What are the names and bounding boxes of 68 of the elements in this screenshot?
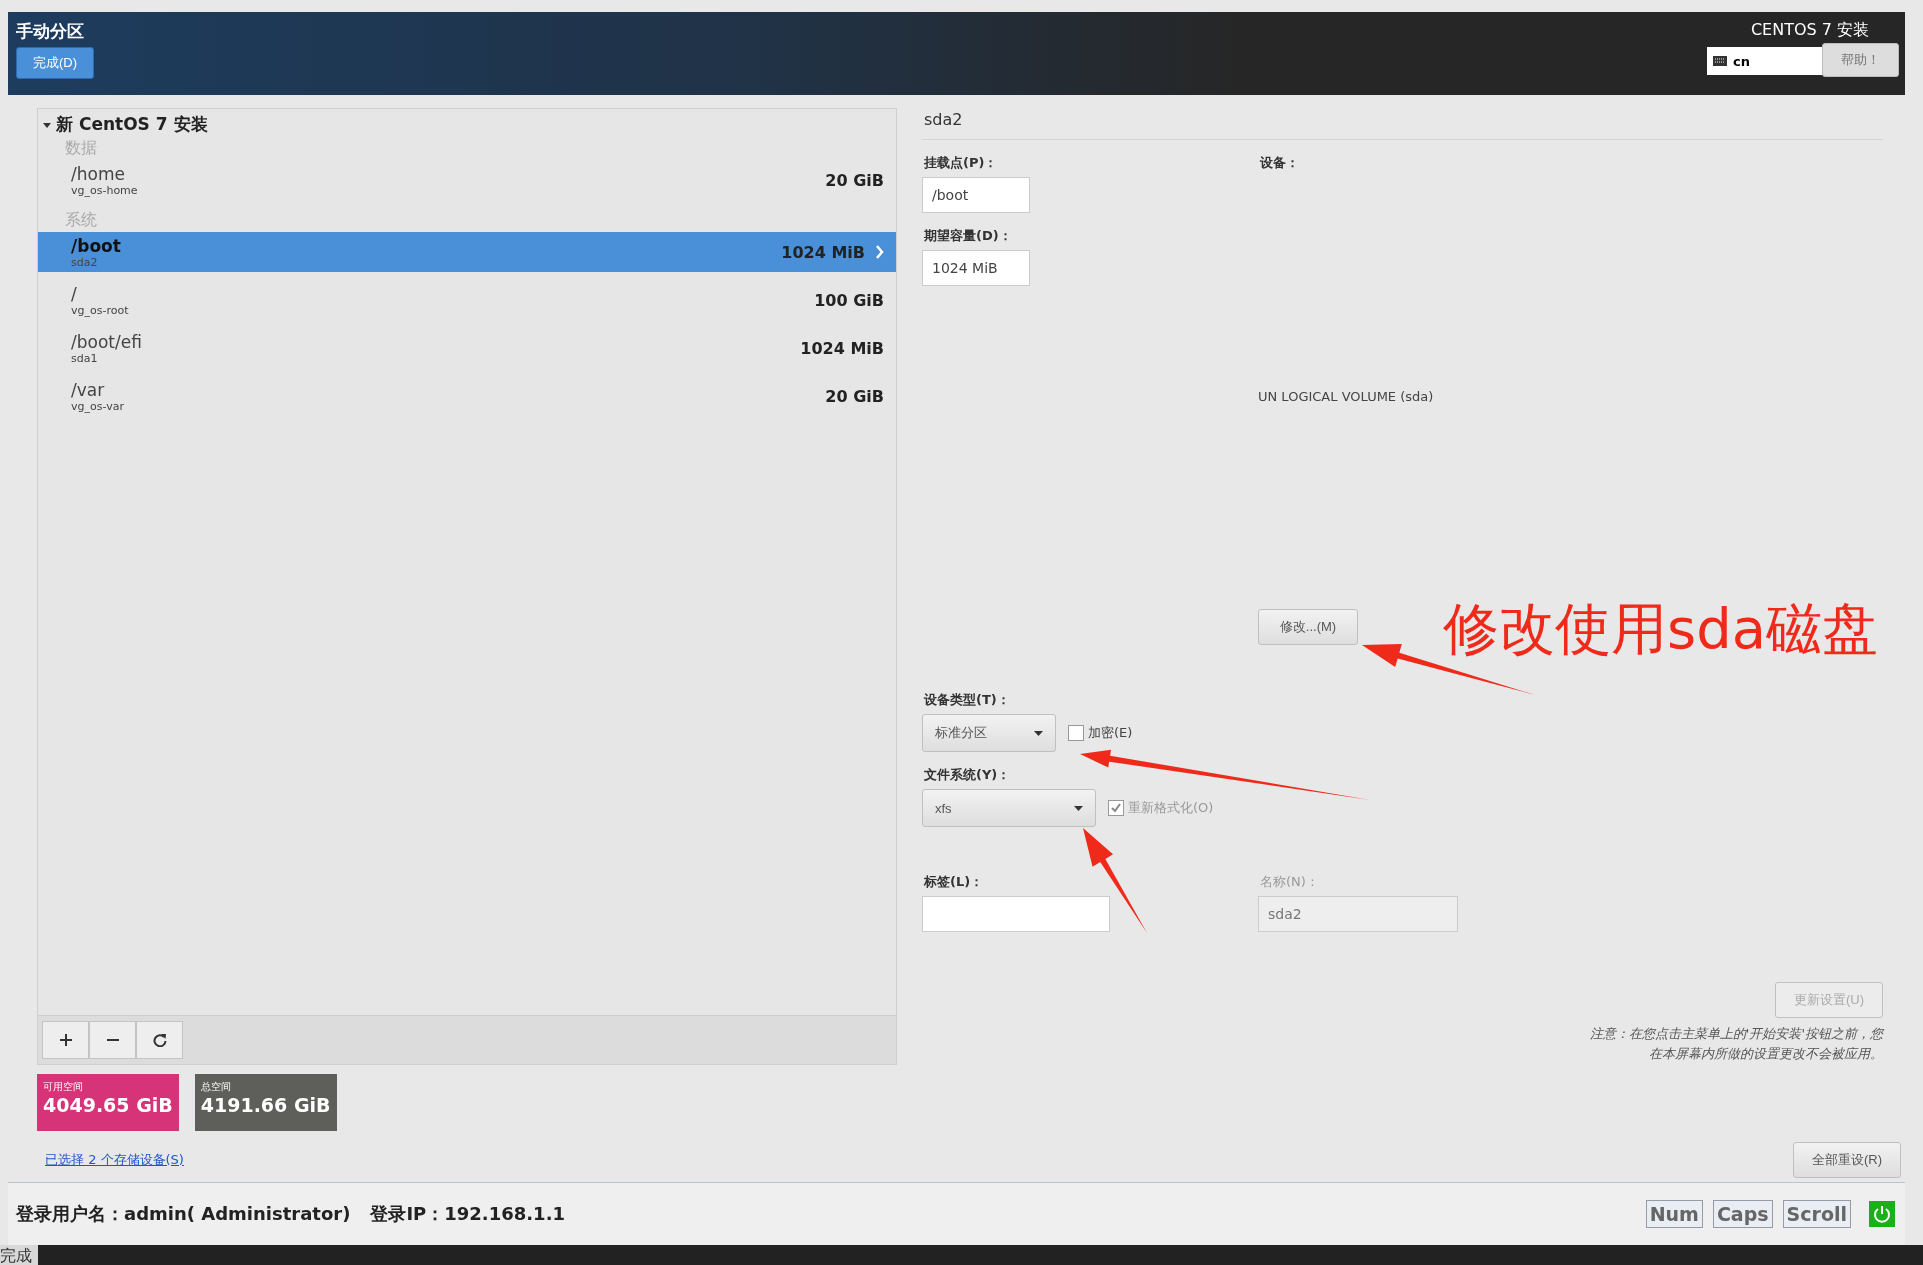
done-button[interactable]: 完成(D): [16, 47, 95, 79]
device-type-dropdown[interactable]: 标准分区: [922, 714, 1056, 752]
tree-root-label[interactable]: 新 CentOS 7 安装: [56, 113, 208, 136]
size-label: 20 GiB: [825, 386, 884, 406]
help-button[interactable]: 帮助！: [1822, 43, 1899, 77]
size-label: 1024 MiB: [800, 338, 884, 358]
partition-title: sda2: [922, 108, 1883, 140]
space-value: 4049.65 GiB: [43, 1094, 173, 1116]
checkbox-label: 重新格式化(O): [1128, 799, 1214, 817]
status-text: 完成: [0, 1245, 38, 1265]
partition-row[interactable]: /boot sda2 1024 MiB: [38, 232, 896, 272]
checkbox-label: 加密(E): [1088, 724, 1133, 742]
field-label: 设备类型(T)：: [924, 691, 1011, 709]
caret-icon: [1074, 805, 1083, 811]
field-label: 文件系统(Y)：: [924, 766, 1012, 784]
size-label: 100 GiB: [814, 290, 884, 310]
group-heading: 系统: [64, 209, 98, 231]
caret-icon: [1034, 730, 1043, 736]
mount-point-label: /: [71, 283, 78, 304]
device-value: UN LOGICAL VOLUME (sda): [1258, 389, 1434, 404]
label-field[interactable]: [922, 896, 1110, 932]
mount-point-label: /boot: [71, 235, 121, 256]
screen-title: 手动分区: [16, 20, 85, 43]
field-label: 挂载点(P)：: [924, 154, 999, 172]
space-label: 可用空间: [43, 1080, 84, 1094]
add-button[interactable]: [42, 1021, 89, 1059]
keyboard-icon: [1713, 56, 1727, 66]
field-label: 设备：: [1260, 154, 1300, 172]
login-user-text: 登录用户名：admin( Administrator): [16, 1202, 351, 1226]
mount-point-label: /boot/efi: [71, 331, 142, 352]
product-title: CENTOS 7 安装: [1750, 20, 1869, 41]
device-label: vg_os-var: [71, 399, 124, 413]
keyboard-layout-field[interactable]: cn: [1707, 47, 1822, 75]
note-text: 注意：在您点击主菜单上的'开始安装'按钮之前，您 在本屏幕内所做的设置更改不会被应用。: [1589, 1025, 1883, 1063]
space-label: 总空间: [200, 1080, 232, 1094]
capacity-field[interactable]: 1024 MiB: [922, 250, 1030, 286]
login-ip-text: 登录IP：192.168.1.1: [370, 1202, 565, 1226]
plus-icon: [59, 1034, 72, 1046]
reset-all-button[interactable]: 全部重设(R): [1792, 1142, 1901, 1178]
lock-key-indicator[interactable]: Scroll: [1782, 1200, 1851, 1228]
partition-row[interactable]: /home vg_os-home 20 GiB: [38, 160, 896, 200]
file-system-dropdown[interactable]: xfs: [922, 789, 1096, 827]
device-label: vg_os-root: [71, 303, 129, 317]
annotation-text: 修改使用sda磁盘: [1443, 595, 1879, 663]
space-value: 4191.66 GiB: [200, 1094, 331, 1116]
size-label: 20 GiB: [825, 170, 884, 190]
storage-devices-link[interactable]: 已选择 2 个存储设备(S): [45, 1151, 184, 1169]
group-heading: 数据: [64, 137, 98, 159]
device-label: sda2: [71, 255, 99, 269]
lock-key-indicator[interactable]: Num: [1645, 1200, 1703, 1228]
mount-point-label: /home: [71, 163, 126, 184]
chevron-right-icon: [875, 245, 884, 259]
device-label: vg_os-home: [71, 183, 138, 197]
device-label: sda1: [71, 351, 99, 365]
partition-row[interactable]: / vg_os-root 100 GiB: [38, 280, 896, 320]
mount-point-label: /var: [71, 379, 106, 400]
mount-point-field[interactable]: /boot: [922, 177, 1030, 213]
size-label: 1024 MiB: [781, 242, 865, 262]
field-label: 标签(L)：: [924, 873, 985, 891]
field-label: 名称(N)：: [1260, 873, 1320, 891]
refresh-icon: [152, 1033, 167, 1047]
checkbox[interactable]: [1068, 725, 1084, 741]
field-label: 期望容量(D)：: [924, 227, 1013, 245]
partition-row[interactable]: /var vg_os-var 20 GiB: [38, 376, 896, 416]
modify-button[interactable]: 修改...(M): [1258, 609, 1358, 645]
lock-key-indicator[interactable]: Caps: [1712, 1200, 1773, 1228]
partition-row[interactable]: /boot/efi sda1 1024 MiB: [38, 328, 896, 368]
refresh-button[interactable]: [136, 1021, 183, 1059]
